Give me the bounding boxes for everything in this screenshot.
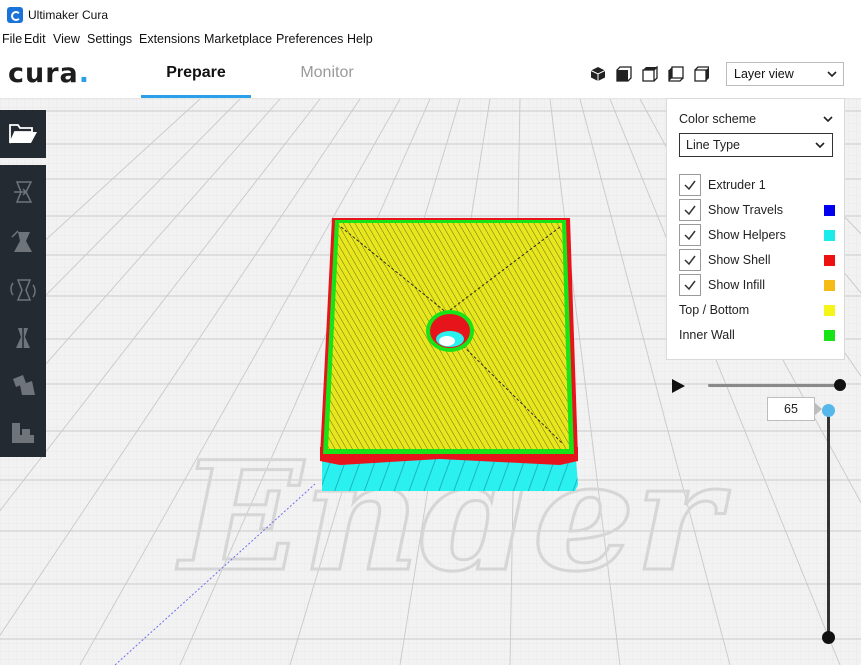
checkmark-icon: [684, 230, 696, 241]
scale-tool-icon[interactable]: [8, 227, 38, 257]
view-type-value: Layer view: [734, 67, 794, 81]
menu-edit[interactable]: Edit: [24, 32, 46, 46]
front-view-icon[interactable]: [616, 66, 632, 82]
infill-color-swatch: [824, 280, 835, 291]
cura-logo: cura.: [8, 58, 90, 89]
menu-file[interactable]: File: [2, 32, 22, 46]
view-type-dropdown[interactable]: Layer view: [726, 62, 844, 86]
chevron-down-icon[interactable]: [822, 113, 834, 125]
legend-label: Inner Wall: [679, 328, 735, 342]
hole-bottom: [439, 336, 455, 346]
rotate-tool-icon[interactable]: [8, 275, 38, 305]
show-shell-checkbox[interactable]: [679, 249, 701, 271]
menu-extensions[interactable]: Extensions: [139, 32, 200, 46]
legend-row-extruder-1: Extruder 1: [679, 174, 837, 196]
travels-color-swatch: [824, 205, 835, 216]
layer-progress-handle[interactable]: [834, 379, 846, 391]
legend-label: Show Helpers: [708, 228, 786, 242]
legend-row-show-infill: Show Infill: [679, 274, 837, 296]
right-side-view-icon[interactable]: [694, 66, 710, 82]
view-settings-panel: Color scheme Line Type Extruder 1 Show T…: [666, 98, 845, 360]
layer-slider-track[interactable]: [827, 410, 830, 638]
title-bar: Ultimaker Cura: [0, 0, 861, 30]
color-scheme-title: Color scheme: [679, 112, 757, 126]
menu-bar: File Edit View Settings Extensions Marke…: [0, 30, 861, 50]
legend-label: Extruder 1: [708, 178, 766, 192]
3d-view-icon[interactable]: [590, 66, 606, 82]
folder-open-icon: [9, 124, 37, 144]
checkmark-icon: [684, 180, 696, 191]
show-helpers-checkbox[interactable]: [679, 224, 701, 246]
legend-label: Top / Bottom: [679, 303, 750, 317]
color-scheme-dropdown[interactable]: Line Type: [679, 133, 833, 157]
logo-dot: .: [78, 58, 91, 89]
top-bottom-color-swatch: [824, 305, 835, 316]
menu-help[interactable]: Help: [347, 32, 373, 46]
helpers-color-swatch: [824, 230, 835, 241]
legend-row-show-travels: Show Travels: [679, 199, 837, 221]
extruder-1-checkbox[interactable]: [679, 174, 701, 196]
play-icon[interactable]: [670, 378, 686, 394]
shell-color-swatch: [824, 255, 835, 266]
stage-header: cura. Prepare Monitor Layer view: [0, 50, 861, 99]
logo-text: cura: [8, 58, 79, 89]
legend-row-show-helpers: Show Helpers: [679, 224, 837, 246]
legend-row-show-shell: Show Shell: [679, 249, 837, 271]
top-view-icon[interactable]: [642, 66, 658, 82]
show-infill-checkbox[interactable]: [679, 274, 701, 296]
left-side-view-icon[interactable]: [668, 66, 684, 82]
cura-app-icon: [7, 7, 23, 23]
layer-progress-track[interactable]: [708, 384, 840, 387]
per-model-settings-icon[interactable]: [8, 369, 38, 399]
menu-view[interactable]: View: [53, 32, 80, 46]
legend-label: Show Infill: [708, 278, 765, 292]
layer-slider-max-handle[interactable]: [822, 404, 835, 417]
current-layer-input[interactable]: 65: [767, 397, 815, 421]
mirror-tool-icon[interactable]: [8, 323, 38, 353]
legend-label: Show Shell: [708, 253, 771, 267]
open-file-button[interactable]: [0, 110, 46, 158]
tab-prepare[interactable]: Prepare: [141, 64, 251, 98]
menu-settings[interactable]: Settings: [87, 32, 132, 46]
inner-wall-color-swatch: [824, 330, 835, 341]
tool-panel: [0, 165, 46, 457]
tab-monitor[interactable]: Monitor: [272, 64, 382, 98]
layer-slider-min-handle[interactable]: [822, 631, 835, 644]
checkmark-icon: [684, 255, 696, 266]
support-blocker-icon[interactable]: [8, 417, 38, 447]
legend-row-inner-wall: Inner Wall: [679, 324, 837, 346]
color-scheme-value: Line Type: [686, 138, 740, 152]
checkmark-icon: [684, 280, 696, 291]
show-travels-checkbox[interactable]: [679, 199, 701, 221]
legend-label: Show Travels: [708, 203, 784, 217]
menu-preferences[interactable]: Preferences: [276, 32, 343, 46]
layer-value-pointer: [814, 402, 822, 416]
chevron-down-icon: [815, 142, 825, 149]
move-tool-icon[interactable]: [8, 177, 38, 207]
legend-row-top-bottom: Top / Bottom: [679, 299, 837, 321]
menu-marketplace[interactable]: Marketplace: [204, 32, 272, 46]
checkmark-icon: [684, 205, 696, 216]
window-title: Ultimaker Cura: [28, 8, 109, 22]
chevron-down-icon: [827, 71, 837, 78]
